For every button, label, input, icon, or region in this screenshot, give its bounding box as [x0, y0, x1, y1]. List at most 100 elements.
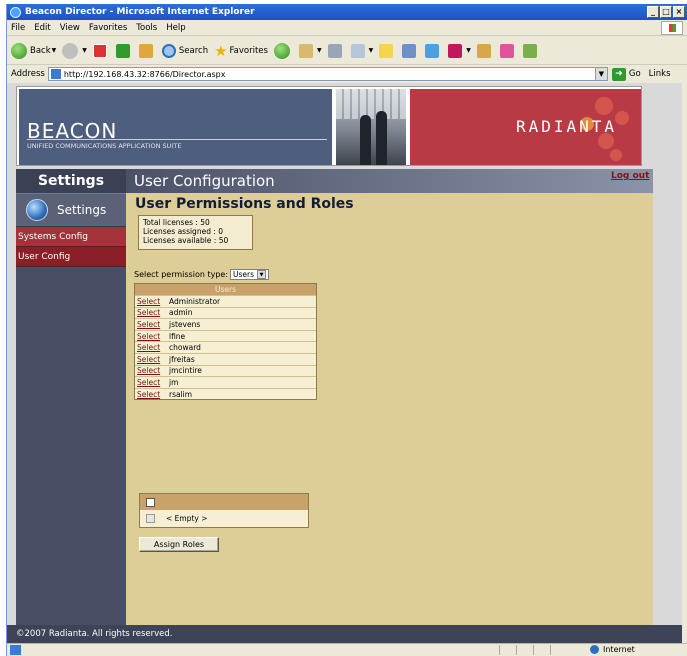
go-button[interactable]: ➜ Go	[611, 67, 641, 81]
windows-logo-icon	[661, 21, 683, 35]
select-link[interactable]: Select	[135, 297, 169, 306]
refresh-button[interactable]	[115, 43, 133, 58]
menu-edit[interactable]: Edit	[34, 23, 50, 33]
page-icon	[50, 69, 61, 79]
license-summary: Total licenses : 50 Licenses assigned : …	[138, 215, 253, 250]
stop-button[interactable]	[92, 43, 110, 58]
home-button[interactable]	[138, 43, 156, 58]
menu-file[interactable]: File	[11, 23, 25, 33]
minimize-button[interactable]: _	[647, 6, 659, 18]
home-icon	[138, 43, 153, 58]
vertical-scrollbar[interactable]	[682, 83, 687, 643]
go-arrow-icon: ➜	[611, 67, 626, 81]
discuss-icon	[402, 43, 417, 58]
menu-help[interactable]: Help	[166, 23, 185, 33]
internet-globe-icon	[590, 645, 599, 654]
chat-button[interactable]	[499, 43, 517, 58]
notes-button[interactable]	[379, 43, 396, 58]
yahoo-button[interactable]: ▼	[448, 43, 471, 58]
history-icon	[273, 42, 290, 59]
roles-table-header	[140, 494, 308, 510]
links-button[interactable]: Links	[649, 69, 671, 79]
edit-button[interactable]: ▼	[350, 43, 373, 58]
users-table-header: Users	[135, 284, 316, 295]
select-all-checkbox[interactable]	[146, 497, 155, 507]
search-button[interactable]: Search	[161, 43, 209, 58]
radianta-logo: RADIANTA	[516, 117, 618, 136]
maximize-button[interactable]: □	[660, 6, 672, 18]
menu-tools[interactable]: Tools	[136, 23, 157, 33]
table-row: Select jmcintire	[135, 364, 316, 377]
chevron-down-icon: ▼	[257, 270, 267, 279]
select-link[interactable]: Select	[135, 378, 169, 387]
sidebar-item-systems-config[interactable]: Systems Config	[16, 227, 126, 247]
tools-button[interactable]	[522, 43, 540, 58]
forward-button[interactable]: ▼	[62, 42, 87, 59]
user-name: lfine	[169, 331, 186, 341]
research-button[interactable]	[476, 43, 494, 58]
main-content: User Permissions and Roles Total license…	[126, 193, 653, 625]
browser-window: Beacon Director - Microsoft Internet Exp…	[6, 4, 687, 656]
assign-roles-button[interactable]: Assign Roles	[139, 537, 219, 552]
select-link[interactable]: Select	[135, 332, 169, 341]
page-done-icon	[10, 645, 21, 655]
menu-favorites[interactable]: Favorites	[89, 23, 127, 33]
mail-icon	[298, 43, 313, 58]
page-title: User Permissions and Roles	[135, 196, 354, 212]
history-button[interactable]	[273, 42, 293, 59]
radianta-logo-panel: RADIANTA	[410, 89, 641, 165]
favorites-star-icon: ★	[214, 41, 228, 60]
select-link[interactable]: Select	[135, 343, 169, 352]
banner: BEACON UNIFIED COMMUNICATIONS APPLICATIO…	[16, 86, 642, 166]
search-label: Search	[178, 45, 209, 56]
table-row: Select jm	[135, 376, 316, 388]
notes-icon	[379, 43, 394, 58]
roles-empty-text: < Empty >	[166, 514, 208, 523]
print-button[interactable]	[327, 43, 345, 58]
zone-label: Internet	[603, 645, 635, 654]
table-row: Select Administrator	[135, 295, 316, 307]
address-input[interactable]: http://192.168.43.32:8766/Director.aspx …	[47, 67, 608, 81]
back-button[interactable]: Back ▼	[11, 42, 56, 59]
select-link[interactable]: Select	[135, 390, 169, 399]
sidebar-header: Settings	[16, 169, 126, 193]
close-button[interactable]: ×	[673, 6, 685, 18]
sidebar-settings-section[interactable]: Settings	[16, 193, 126, 227]
address-dropdown-icon[interactable]: ▼	[594, 68, 607, 80]
yahoo-icon	[448, 43, 463, 58]
table-row: Select rsalim	[135, 387, 316, 400]
select-link[interactable]: Select	[135, 308, 169, 317]
ie-icon	[10, 6, 21, 18]
beacon-logo-panel: BEACON UNIFIED COMMUNICATIONS APPLICATIO…	[19, 89, 332, 165]
print-icon	[327, 43, 342, 58]
select-link[interactable]: Select	[135, 320, 169, 329]
refresh-icon	[115, 43, 130, 58]
forward-arrow-icon	[62, 42, 79, 59]
select-link[interactable]: Select	[135, 355, 169, 364]
sidebar-item-user-config[interactable]: User Config	[16, 247, 126, 267]
licenses-assigned: Licenses assigned : 0	[143, 227, 224, 236]
mail-button[interactable]: ▼	[298, 43, 322, 58]
discuss-button[interactable]	[402, 43, 419, 58]
security-zone: Internet	[590, 645, 635, 654]
permission-type-select[interactable]: Users ▼	[230, 269, 270, 280]
user-name: jstevens	[169, 319, 201, 329]
favorites-button[interactable]: ★ Favorites	[214, 42, 268, 60]
user-name: choward	[169, 343, 201, 353]
menu-bar: File Edit View Favorites Tools Help	[7, 20, 687, 36]
user-name: jfreitas	[169, 354, 195, 364]
logout-link[interactable]: Log out	[611, 171, 649, 181]
messenger-button[interactable]	[425, 43, 442, 58]
page-header: User Configuration	[126, 169, 653, 193]
address-url: http://192.168.43.32:8766/Director.aspx	[63, 69, 226, 79]
window-title: Beacon Director - Microsoft Internet Exp…	[25, 7, 255, 17]
permission-type-row: Select permission type: Users ▼	[134, 269, 270, 280]
table-row: Select admin	[135, 306, 316, 319]
roles-table: < Empty >	[139, 493, 309, 528]
user-name: rsalim	[169, 389, 193, 399]
menu-view[interactable]: View	[60, 23, 80, 33]
title-bar: Beacon Director - Microsoft Internet Exp…	[7, 4, 687, 20]
banner-photo	[336, 89, 406, 165]
address-label: Address	[11, 69, 45, 79]
select-link[interactable]: Select	[135, 366, 169, 375]
